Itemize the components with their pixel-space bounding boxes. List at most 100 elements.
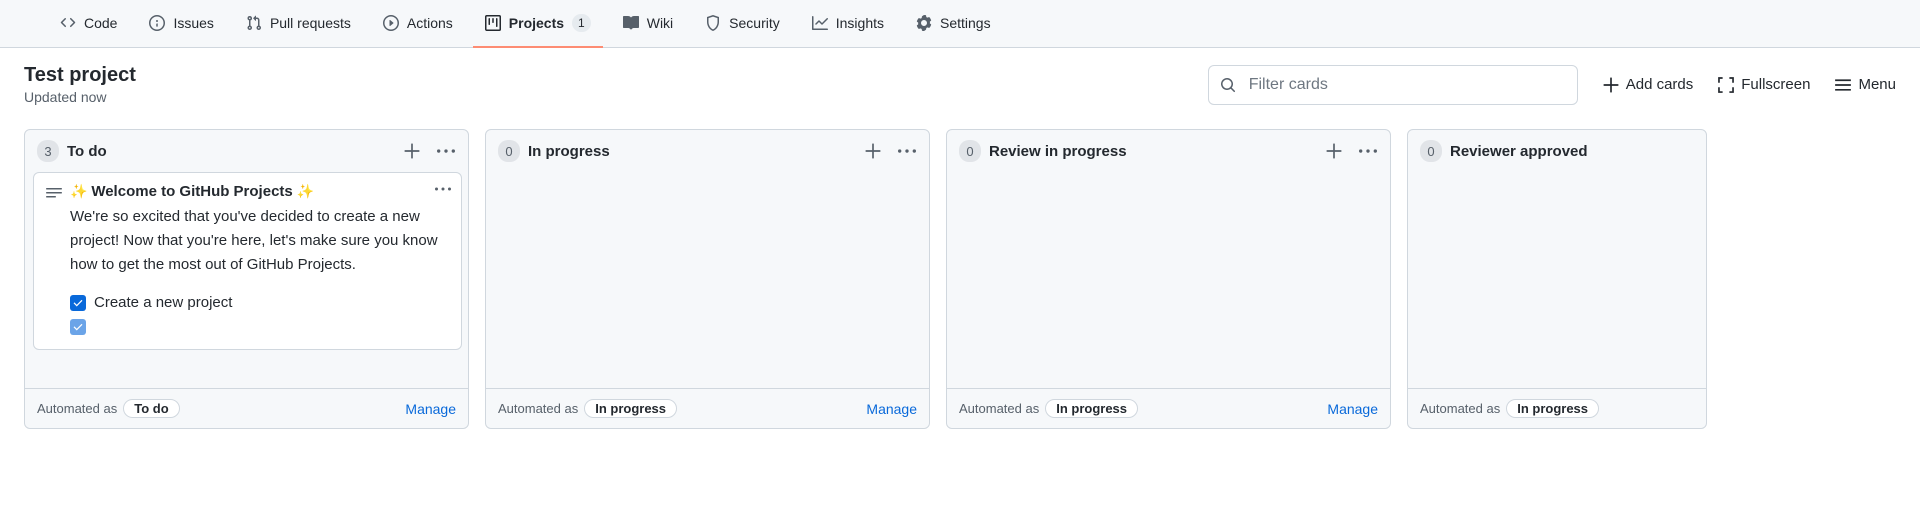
sparkle-icon: ✨ <box>297 183 314 200</box>
automation-pill: In progress <box>584 399 677 418</box>
card-menu-icon[interactable] <box>435 181 451 200</box>
automation-pill: In progress <box>1506 399 1599 418</box>
fullscreen-button[interactable]: Fullscreen <box>1717 76 1810 94</box>
filter-wrap <box>1208 65 1578 105</box>
column-todo: 3 To do ✨ Welcome to GitHub Projects ✨ W… <box>24 129 469 429</box>
project-card[interactable]: ✨ Welcome to GitHub Projects ✨ We're so … <box>33 172 462 350</box>
nav-label: Wiki <box>647 15 673 31</box>
book-icon <box>623 15 639 31</box>
add-cards-button[interactable]: Add cards <box>1602 76 1694 94</box>
column-header: 0 In progress <box>486 130 929 172</box>
automation-text: Automated as <box>959 401 1039 416</box>
nav-settings[interactable]: Settings <box>904 0 1003 48</box>
nav-issues[interactable]: Issues <box>137 0 225 48</box>
column-actions <box>1324 141 1378 161</box>
column-title: Reviewer approved <box>1450 143 1694 160</box>
fullscreen-label: Fullscreen <box>1741 76 1810 93</box>
plus-icon <box>1602 76 1620 94</box>
column-count: 0 <box>1420 140 1442 162</box>
nav-label: Projects <box>509 15 564 31</box>
nav-pull-requests[interactable]: Pull requests <box>234 0 363 48</box>
card-title-wrap: ✨ Welcome to GitHub Projects ✨ <box>70 183 314 201</box>
column-count: 0 <box>959 140 981 162</box>
check-item <box>70 319 449 335</box>
card-body: We're so excited that you've decided to … <box>70 205 449 277</box>
card-checklist: Create a new project <box>70 291 449 335</box>
column-header: 0 Review in progress <box>947 130 1390 172</box>
nav-label: Security <box>729 15 780 31</box>
project-board: 3 To do ✨ Welcome to GitHub Projects ✨ W… <box>0 113 1920 429</box>
header-actions: Add cards Fullscreen Menu <box>1208 65 1896 105</box>
sparkle-icon: ✨ <box>70 183 87 200</box>
column-menu-icon[interactable] <box>436 141 456 161</box>
nav-label: Pull requests <box>270 15 351 31</box>
project-updated: Updated now <box>24 89 136 105</box>
project-title: Test project <box>24 64 136 87</box>
check-item: Create a new project <box>70 291 449 315</box>
column-reviewer-approved: 0 Reviewer approved Automated as In prog… <box>1407 129 1707 429</box>
issue-icon <box>149 15 165 31</box>
nav-projects[interactable]: Projects 1 <box>473 0 603 48</box>
nav-label: Code <box>84 15 117 31</box>
automation-text: Automated as <box>1420 401 1500 416</box>
nav-code[interactable]: Code <box>48 0 129 48</box>
checkbox-checked-icon[interactable] <box>70 295 86 311</box>
nav-security[interactable]: Security <box>693 0 792 48</box>
column-menu-icon[interactable] <box>1358 141 1378 161</box>
column-body[interactable]: ✨ Welcome to GitHub Projects ✨ We're so … <box>25 172 468 388</box>
search-icon <box>1220 77 1236 93</box>
nav-counter: 1 <box>572 14 591 32</box>
column-body[interactable] <box>486 172 929 388</box>
nav-insights[interactable]: Insights <box>800 0 896 48</box>
add-cards-label: Add cards <box>1626 76 1694 93</box>
add-card-icon[interactable] <box>1324 141 1344 161</box>
automation-pill: To do <box>123 399 179 418</box>
column-count: 3 <box>37 140 59 162</box>
column-title: To do <box>67 143 402 160</box>
column-title: In progress <box>528 143 863 160</box>
automation-label: Automated as To do <box>37 399 180 418</box>
nav-actions[interactable]: Actions <box>371 0 465 48</box>
nav-wiki[interactable]: Wiki <box>611 0 685 48</box>
play-icon <box>383 15 399 31</box>
shield-icon <box>705 15 721 31</box>
add-card-icon[interactable] <box>402 141 422 161</box>
nav-label: Issues <box>173 15 213 31</box>
check-item-label: Create a new project <box>94 291 232 315</box>
column-count: 0 <box>498 140 520 162</box>
automation-label: Automated as In progress <box>1420 399 1599 418</box>
manage-link[interactable]: Manage <box>1327 401 1378 417</box>
nav-label: Settings <box>940 15 991 31</box>
automation-pill: In progress <box>1045 399 1138 418</box>
manage-link[interactable]: Manage <box>405 401 456 417</box>
nav-label: Insights <box>836 15 884 31</box>
automation-label: Automated as In progress <box>959 399 1138 418</box>
card-title: Welcome to GitHub Projects <box>91 183 292 200</box>
column-actions <box>863 141 917 161</box>
project-title-block: Test project Updated now <box>24 64 136 105</box>
column-body[interactable] <box>1408 172 1706 388</box>
column-menu-icon[interactable] <box>897 141 917 161</box>
automation-text: Automated as <box>37 401 117 416</box>
menu-icon <box>1834 76 1852 94</box>
repo-nav: Code Issues Pull requests Actions Projec… <box>0 0 1920 48</box>
menu-button[interactable]: Menu <box>1834 76 1896 94</box>
column-header: 0 Reviewer approved <box>1408 130 1706 172</box>
git-pull-request-icon <box>246 15 262 31</box>
project-header: Test project Updated now Add cards Fulls… <box>0 48 1920 113</box>
menu-label: Menu <box>1858 76 1896 93</box>
add-card-icon[interactable] <box>863 141 883 161</box>
column-title: Review in progress <box>989 143 1324 160</box>
automation-text: Automated as <box>498 401 578 416</box>
graph-icon <box>812 15 828 31</box>
column-footer: Automated as In progress Manage <box>947 388 1390 428</box>
filter-cards-input[interactable] <box>1208 65 1578 105</box>
column-footer: Automated as To do Manage <box>25 388 468 428</box>
column-footer: Automated as In progress <box>1408 388 1706 428</box>
column-header: 3 To do <box>25 130 468 172</box>
manage-link[interactable]: Manage <box>866 401 917 417</box>
checkbox-checked-icon[interactable] <box>70 319 86 335</box>
column-actions <box>402 141 456 161</box>
column-body[interactable] <box>947 172 1390 388</box>
nav-label: Actions <box>407 15 453 31</box>
